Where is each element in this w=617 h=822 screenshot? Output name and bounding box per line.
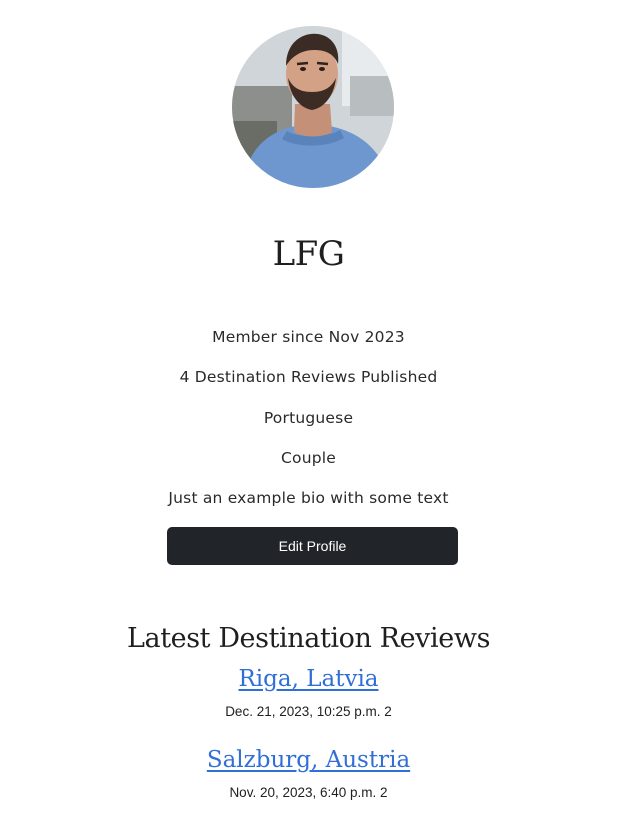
review-meta-riga: Dec. 21, 2023, 10:25 p.m. 2 <box>225 704 392 719</box>
profile-bio: Just an example bio with some text <box>168 489 449 507</box>
reviews-published-count: 4 Destination Reviews Published <box>179 368 438 386</box>
review-destination-link[interactable]: Salzburg, Austria <box>207 747 410 773</box>
latest-reviews-heading: Latest Destination Reviews <box>126 623 491 654</box>
review-destination-link[interactable]: Riga, Latvia <box>238 666 378 692</box>
review-link-riga: Riga, Latvia <box>0 663 617 695</box>
avatar-photo <box>232 26 394 188</box>
edit-profile-button[interactable]: Edit Profile <box>167 527 458 565</box>
profile-username: LFG <box>272 234 345 274</box>
member-since: Member since Nov 2023 <box>212 328 405 346</box>
review-link-salzburg: Salzburg, Austria <box>0 744 617 776</box>
nationality: Portuguese <box>263 409 354 427</box>
profile-avatar <box>232 26 394 188</box>
review-meta-salzburg: Nov. 20, 2023, 6:40 p.m. 2 <box>229 785 388 800</box>
travel-type: Couple <box>280 449 336 467</box>
